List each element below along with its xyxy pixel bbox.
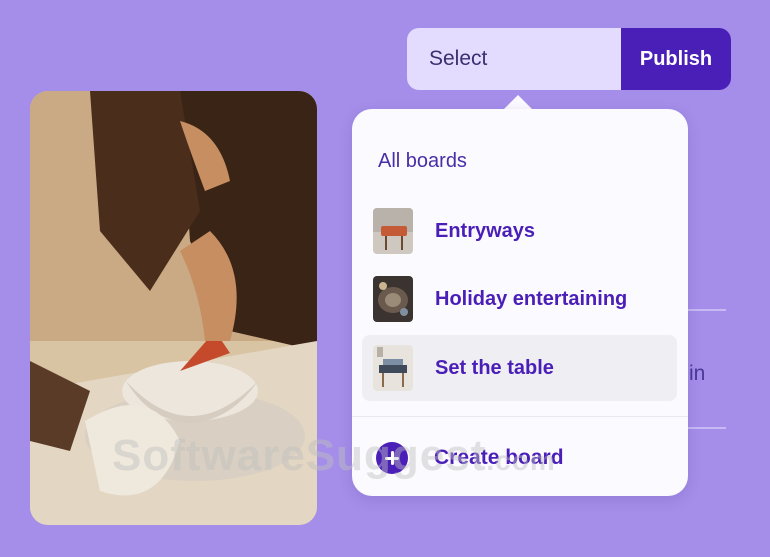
menu-divider (352, 416, 688, 417)
background-divider (688, 309, 726, 311)
watermark-main: SoftwareSuggest (112, 431, 487, 480)
dropdown-heading: All boards (378, 150, 467, 172)
background-partial-text: in (689, 362, 706, 385)
board-item-set-the-table[interactable]: Set the table (362, 335, 677, 401)
board-label: Holiday entertaining (435, 287, 628, 310)
board-thumbnail (373, 208, 413, 254)
dropdown-caret (503, 95, 533, 110)
board-select-dropdown[interactable]: Select (407, 28, 621, 90)
board-selector-bar: Select Publish (407, 28, 731, 90)
board-thumbnail (373, 276, 413, 322)
watermark: SoftwareSuggest.com (112, 431, 556, 481)
board-label: Set the table (435, 356, 554, 379)
board-item-holiday-entertaining[interactable]: Holiday entertaining (362, 266, 677, 332)
board-item-entryways[interactable]: Entryways (362, 198, 677, 264)
board-thumbnail (373, 345, 413, 391)
board-label: Entryways (435, 219, 536, 242)
publish-button[interactable]: Publish (621, 28, 731, 90)
watermark-suffix: .com (486, 445, 556, 476)
background-divider (688, 427, 726, 429)
